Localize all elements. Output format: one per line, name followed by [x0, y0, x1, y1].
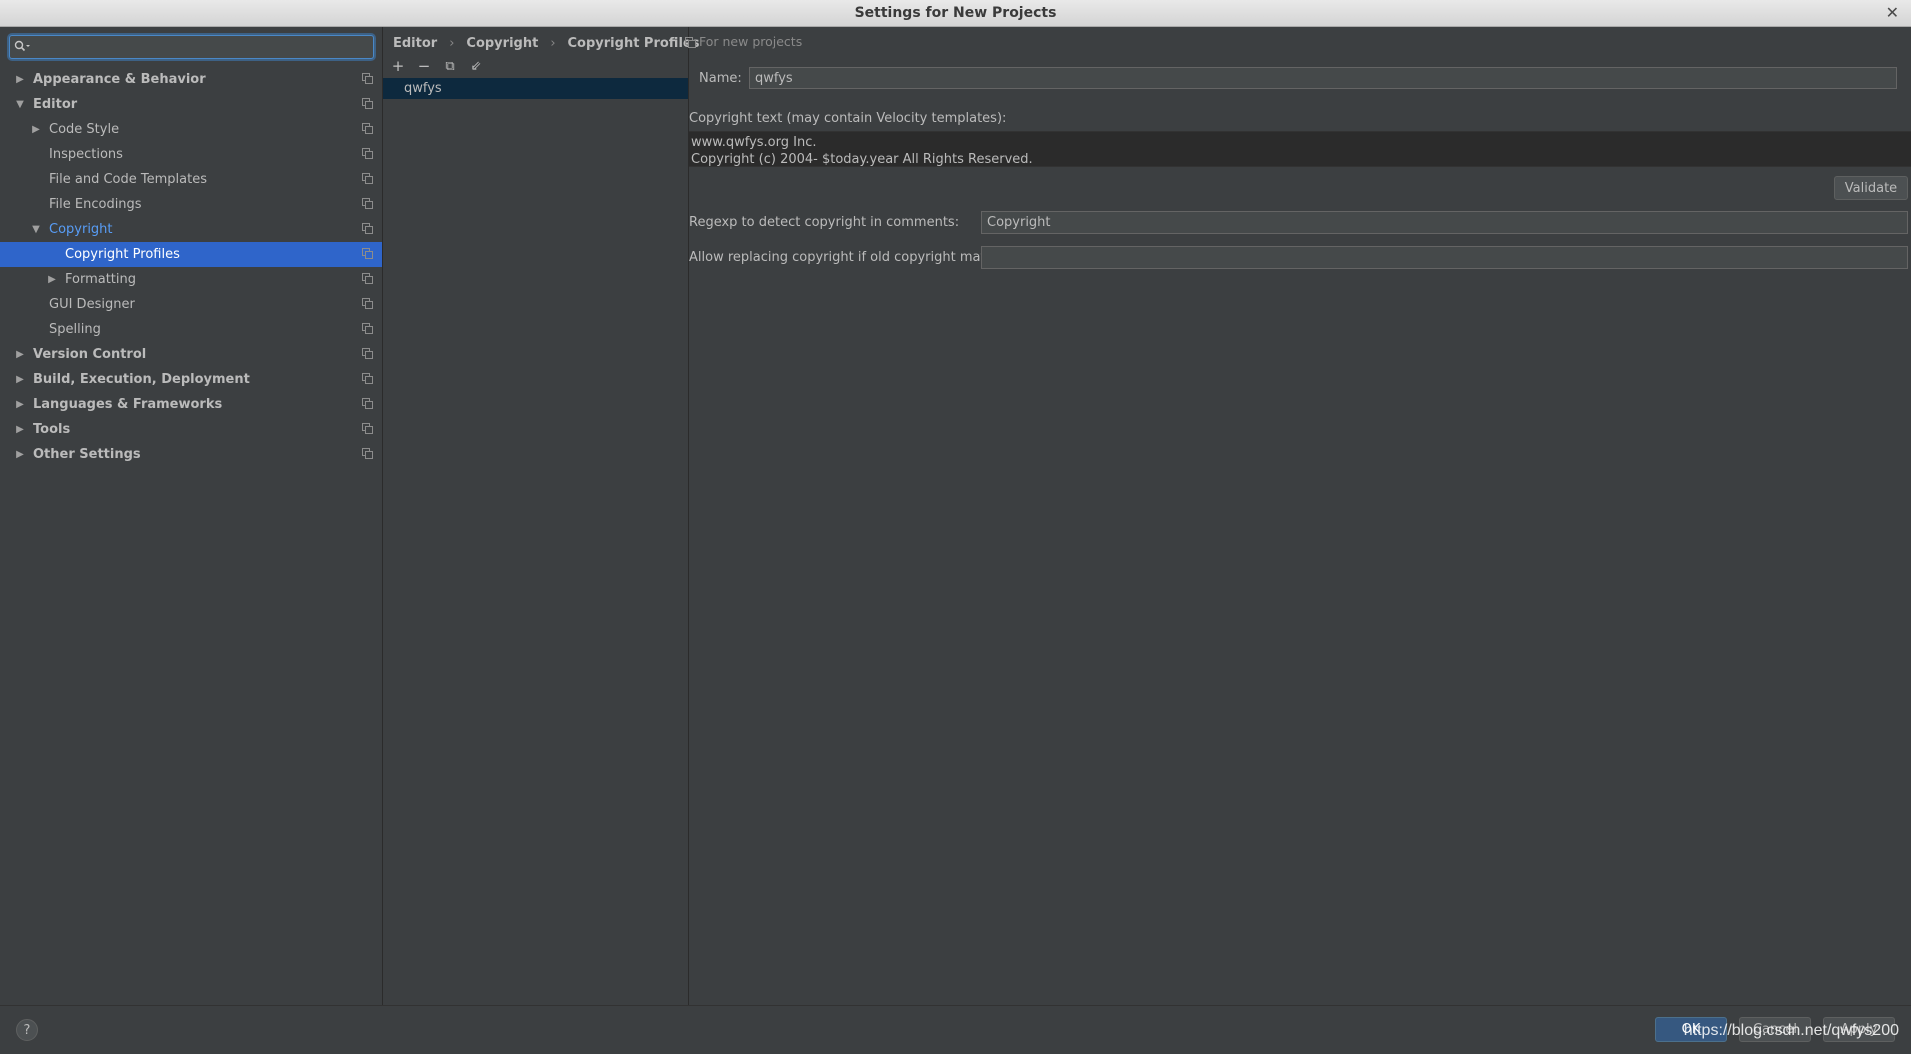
tree-item[interactable]: ▼ Copyright: [0, 217, 382, 242]
regexp-field[interactable]: Copyright: [981, 211, 1908, 234]
profiles-toolbar: + − ⧉ ⇙: [388, 56, 492, 76]
copy-icon[interactable]: ⧉: [440, 56, 460, 76]
for-new-projects-note: For new projects: [685, 34, 802, 49]
tree-item-label: Other Settings: [33, 447, 141, 462]
tree-item[interactable]: ▶ Formatting: [0, 267, 382, 292]
breadcrumb-separator: ›: [449, 35, 455, 51]
chevron-right-icon[interactable]: ▶: [14, 449, 26, 460]
help-icon[interactable]: ?: [16, 1019, 38, 1041]
tree-item-label: Version Control: [33, 347, 147, 362]
list-item[interactable]: qwfys: [383, 78, 688, 99]
tree-item[interactable]: ▼ Editor: [0, 92, 382, 117]
chevron-right-icon[interactable]: ▶: [14, 74, 26, 85]
project-scope-icon: [362, 223, 373, 234]
window-title: Settings for New Projects: [854, 5, 1057, 21]
add-icon[interactable]: +: [388, 56, 408, 76]
project-scope-icon: [362, 273, 373, 284]
tree-item[interactable]: ▶ Languages & Frameworks: [0, 392, 382, 417]
breadcrumb-separator: ›: [550, 35, 556, 51]
chevron-right-icon[interactable]: ▶: [14, 424, 26, 435]
tree-item-label: Inspections: [49, 147, 123, 162]
project-scope-icon: [362, 148, 373, 159]
breadcrumb-copyright-profiles: Copyright Profiles: [567, 35, 700, 51]
project-scope-icon: [362, 298, 373, 309]
chevron-right-icon[interactable]: ▶: [14, 399, 26, 410]
copyright-text-line: www.qwfys.org Inc.: [691, 135, 817, 150]
breadcrumb-editor: Editor: [393, 35, 438, 51]
tree-item[interactable]: ▶ Build, Execution, Deployment: [0, 367, 382, 392]
name-field[interactable]: qwfys: [749, 67, 1897, 89]
tree-item[interactable]: Spelling: [0, 317, 382, 342]
remove-icon[interactable]: −: [414, 56, 434, 76]
for-new-projects-label: For new projects: [699, 34, 803, 49]
dialog-footer: [0, 1005, 1911, 1054]
project-scope-icon: [362, 323, 373, 334]
allow-replacing-label: Allow replacing copyright if old copyrig…: [689, 250, 1021, 265]
tree-item[interactable]: ▶ Appearance & Behavior: [0, 67, 382, 92]
close-icon[interactable]: ✕: [1886, 3, 1899, 22]
tree-item-label: Appearance & Behavior: [33, 72, 206, 87]
tree-item-label: Build, Execution, Deployment: [33, 372, 250, 387]
project-scope-icon: [362, 123, 373, 134]
regexp-label: Regexp to detect copyright in comments:: [689, 215, 960, 230]
tree-item[interactable]: ▶ Other Settings: [0, 442, 382, 467]
project-scope-icon: [362, 423, 373, 434]
tree-item-label: File and Code Templates: [49, 172, 207, 187]
tree-item-label: Spelling: [49, 322, 101, 337]
tree-item-label: Code Style: [49, 122, 120, 137]
tree-item-label: Languages & Frameworks: [33, 397, 223, 412]
project-scope-icon: [362, 398, 373, 409]
tree-item[interactable]: ▶ Code Style: [0, 117, 382, 142]
tree-item-label: Formatting: [65, 272, 137, 287]
import-icon[interactable]: ⇙: [466, 56, 486, 76]
chevron-down-icon[interactable]: ▼: [14, 99, 26, 110]
breadcrumb: Editor › Copyright › Copyright Profiles: [393, 34, 699, 52]
project-scope-icon: [362, 73, 373, 84]
name-label: Name:: [699, 71, 742, 86]
copyright-text-line: Copyright (c) 2004- $today.year All Righ…: [691, 152, 1033, 167]
chevron-down-icon[interactable]: ▼: [30, 224, 42, 235]
copyright-text-area[interactable]: www.qwfys.org Inc. Copyright (c) 2004- $…: [689, 131, 1911, 167]
chevron-right-icon[interactable]: ▶: [46, 274, 58, 285]
chevron-right-icon[interactable]: ▶: [30, 124, 42, 135]
tree-item-label: Copyright Profiles: [65, 247, 180, 262]
tree-item-label: Copyright: [49, 222, 113, 237]
breadcrumb-copyright: Copyright: [466, 35, 539, 51]
project-scope-icon: [362, 448, 373, 459]
tree-item[interactable]: GUI Designer: [0, 292, 382, 317]
profile-list: qwfys: [383, 78, 688, 99]
tree-item[interactable]: File Encodings: [0, 192, 382, 217]
settings-sidebar: ▶ Appearance & Behavior ▼ Editor ▶ Code Style…: [0, 27, 383, 1005]
tree-item-label: GUI Designer: [49, 297, 135, 312]
project-scope-icon: [362, 373, 373, 384]
project-scope-icon: [362, 173, 373, 184]
profiles-panel: [383, 27, 689, 1005]
project-scope-icon: [362, 348, 373, 359]
tree-item[interactable]: Inspections: [0, 142, 382, 167]
watermark: https://blog.csdn.net/qwfys200: [1683, 1022, 1899, 1039]
allow-replacing-field[interactable]: [981, 246, 1908, 269]
chevron-right-icon[interactable]: ▶: [14, 374, 26, 385]
project-scope-icon: [685, 36, 696, 48]
tree-item[interactable]: ▶ Version Control: [0, 342, 382, 367]
copyright-text-label: Copyright text (may contain Velocity tem…: [689, 111, 1007, 126]
title-bar: Settings for New Projects ✕: [0, 0, 1911, 27]
tree-item[interactable]: Copyright Profiles: [0, 242, 382, 267]
tree-item[interactable]: ▶ Tools: [0, 417, 382, 442]
tree-item-label: Editor: [33, 97, 78, 112]
search-input[interactable]: [34, 39, 373, 55]
project-scope-icon: [362, 198, 373, 209]
validate-button[interactable]: Validate: [1834, 176, 1908, 200]
settings-tree: ▶ Appearance & Behavior ▼ Editor ▶ Code Style…: [0, 67, 382, 467]
tree-item-label: File Encodings: [49, 197, 142, 212]
chevron-right-icon[interactable]: ▶: [14, 349, 26, 360]
project-scope-icon: [362, 248, 373, 259]
tree-item-label: Tools: [33, 422, 71, 437]
search-icon: [10, 40, 34, 55]
search-box[interactable]: [9, 35, 374, 59]
tree-item[interactable]: File and Code Templates: [0, 167, 382, 192]
project-scope-icon: [362, 98, 373, 109]
